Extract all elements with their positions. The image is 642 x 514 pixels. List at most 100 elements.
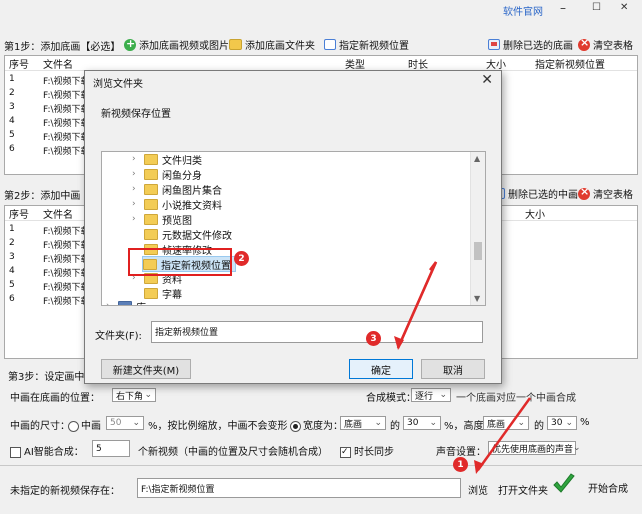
tree-node[interactable]: 字幕 [144,286,182,301]
folder-icon [144,183,158,195]
delete-selected-bg-button[interactable]: 删除已选的底画 [488,37,573,52]
scrollbar-thumb[interactable] [474,242,482,260]
clear-table-button-1[interactable]: 清空表格 [578,36,633,52]
open-folder-button[interactable]: 打开文件夹 [498,482,548,497]
mode-label: 合成模式： [366,393,416,404]
delete-icon [488,39,500,50]
browse-button[interactable]: 浏览 [468,482,488,497]
folder-name-input[interactable]: 指定新视频位置 [151,321,483,343]
ai-count-stepper[interactable]: 5 [92,440,130,457]
col-output-location[interactable]: 指定新视频位置 [535,56,605,71]
col-index[interactable]: 序号 [9,56,29,71]
folder-icon [144,228,158,240]
tree-node[interactable]: › 小说推文资料 [132,197,222,212]
percent-label: % [580,417,590,428]
highlight-box [128,248,232,276]
radio-icon [68,420,79,432]
scale-percent-select[interactable]: 50 [106,416,144,430]
col-size[interactable]: 大小 [486,56,506,71]
folder-location-icon [324,39,336,50]
width-value-select[interactable]: 30 [403,416,441,430]
step-badge-1: 1 [453,457,468,472]
folder-icon [144,198,158,210]
step-badge-2: 2 [234,251,249,266]
scale-note: %，按比例缩放，中画不会变形 [148,421,288,432]
folder-icon [144,213,158,225]
duration-sync-checkbox[interactable]: 时长同步 [340,443,394,458]
col-type[interactable]: 类型 [345,56,365,71]
chevron-right-icon: › [132,154,136,164]
chevron-right-icon: › [106,301,110,306]
delete-selected-mid-button[interactable]: 删除已选的中画 [493,186,578,201]
col-index[interactable]: 序号 [9,206,29,221]
set-output-location-button[interactable]: 指定新视频位置 [324,37,409,52]
step3-label: 第3步：设定画中画 [8,372,95,383]
ai-description: 个新视频（中画的位置及尺寸会随机合成） [138,447,328,458]
step1-label: 第1步：添加底画【必选】 [4,42,121,53]
official-site-link[interactable]: 软件官网 [503,3,543,18]
start-compose-icon[interactable] [552,472,576,499]
browse-folder-dialog: 浏览文件夹 ✕ 新视频保存位置 › 文件归类 › 闲鱼分身 › 闲鱼图片集合 › 小说推… [84,70,502,384]
height-ref-select[interactable]: 底画 [483,416,529,430]
size-radio-scale[interactable]: 中画 [68,417,101,432]
add-icon [124,37,136,51]
title-bar [0,0,642,22]
start-compose-button[interactable]: 开始合成 [588,480,628,495]
tree-node[interactable]: ›库 [106,299,146,306]
folder-tree[interactable]: › 文件归类 › 闲鱼分身 › 闲鱼图片集合 › 小说推文资料 › 预览图 元数据文件修改… [101,151,486,306]
chevron-right-icon: › [132,199,136,209]
clear-table-button-2[interactable]: 清空表格 [578,185,633,201]
tree-node[interactable]: › 文件归类 [132,152,202,167]
save-location-label: 未指定的新视频保存在： [10,486,120,497]
col-size[interactable]: 大小 [525,206,545,221]
position-select[interactable]: 右下角 [112,388,156,402]
width-ref-select[interactable]: 底画 [340,416,386,430]
radio-icon [290,420,301,432]
size-label: 中画的尺寸： [10,421,70,432]
ok-button[interactable]: 确定 [349,359,413,379]
folder-field-label: 文件夹(F): [95,331,142,342]
mode-description: 一个底画对应一个中画合成 [456,393,576,404]
tree-node[interactable]: › 预览图 [132,212,192,227]
folder-icon [144,168,158,180]
tree-node[interactable]: 元数据文件修改 [144,227,232,242]
tree-node[interactable]: › 闲鱼分身 [132,167,202,182]
position-label: 中画在底画的位置： [10,393,100,404]
col-duration[interactable]: 时长 [408,56,428,71]
add-bg-folder-button[interactable]: 添加底画文件夹 [229,37,315,52]
audio-select[interactable]: 优先使用底画的声音 [488,441,576,455]
library-icon [118,300,132,305]
checkbox-icon [340,446,351,458]
chevron-right-icon: › [132,169,136,179]
divider [0,465,642,466]
size-radio-custom[interactable]: 宽度为： [290,417,343,432]
new-folder-button[interactable]: 新建文件夹(M) [101,359,191,379]
save-path-field[interactable]: F:\指定新视频位置 [137,478,461,498]
tree-scrollbar[interactable]: ▲ ▼ [470,152,485,305]
tree-node[interactable]: › 闲鱼图片集合 [132,182,222,197]
maximize-button[interactable]: ☐ [592,2,601,13]
checkmark-icon [553,473,575,493]
scroll-down-icon[interactable]: ▼ [474,294,480,303]
ai-compose-checkbox[interactable]: AI智能合成： [10,443,84,458]
cancel-button[interactable]: 取消 [421,359,485,379]
col-filename[interactable]: 文件名 [43,56,73,71]
col-filename[interactable]: 文件名 [43,206,73,221]
audio-label: 声音设置： [436,447,486,458]
chevron-right-icon: › [132,214,136,224]
mode-select[interactable]: 逐行 [411,388,451,402]
folder-icon [144,287,158,299]
step-badge-3: 3 [366,331,381,346]
folder-icon [229,39,242,50]
add-bg-video-button[interactable]: 添加底画视频或图片 [124,37,229,52]
clear-icon [578,36,590,51]
close-button[interactable]: ✕ [620,2,628,13]
scroll-up-icon[interactable]: ▲ [474,154,480,163]
chevron-right-icon: › [132,184,136,194]
minimize-button[interactable]: – [560,1,566,15]
dialog-close-button[interactable]: ✕ [481,72,493,88]
width-of-label: 的 [390,421,400,432]
dialog-prompt: 新视频保存位置 [101,109,171,120]
height-of-label: 的 [534,421,544,432]
height-value-select[interactable]: 30 [547,416,577,430]
